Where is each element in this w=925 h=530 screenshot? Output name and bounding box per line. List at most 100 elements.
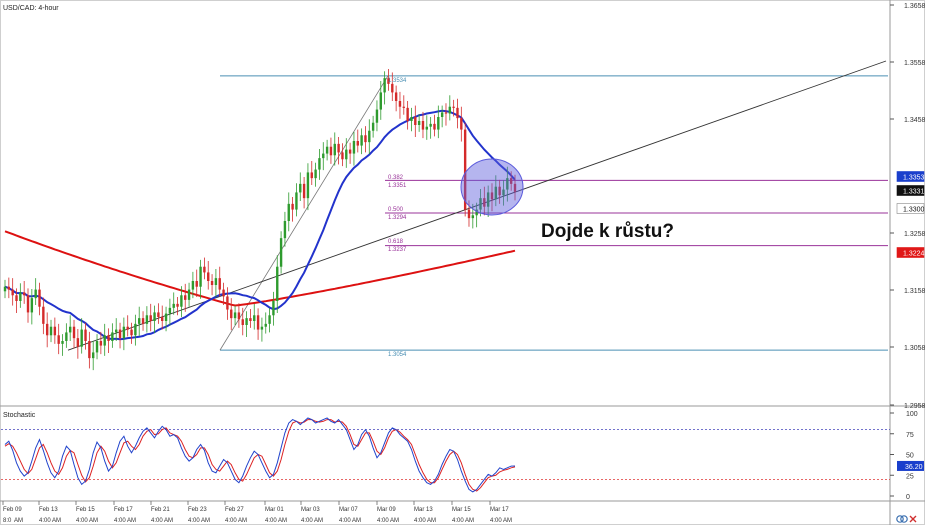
candle-body [268, 315, 271, 324]
time-hour-label: 4:00 AM [225, 518, 247, 524]
candle-body [352, 141, 356, 154]
candle-body [410, 117, 413, 121]
candle-body [138, 318, 141, 324]
price-tick-label: 1.3058 [904, 345, 925, 352]
candle-body [371, 122, 375, 131]
candle-body [95, 341, 99, 353]
candle-body [245, 318, 248, 325]
candle-body [157, 312, 160, 317]
price-tick-label: 1.3558 [904, 60, 925, 67]
candle-body [207, 272, 210, 281]
price-tick-label: 1.3458 [904, 117, 925, 124]
time-hour-label: 4:00 AM [301, 518, 323, 524]
time-date-label: Feb 17 [114, 507, 133, 513]
candle-body [26, 295, 30, 313]
candle-body [341, 152, 344, 160]
candle-body [49, 326, 53, 336]
time-date-label: Feb 09 [3, 507, 22, 513]
candle-body [145, 315, 149, 324]
candle-body [91, 352, 95, 359]
candle-body [191, 281, 195, 290]
candle-body [15, 295, 18, 301]
candle-body [414, 117, 417, 125]
candle-body [30, 298, 34, 313]
candle-body [141, 318, 145, 324]
candle-body [325, 146, 329, 154]
candle-body [214, 278, 218, 285]
candle-body [279, 238, 283, 267]
candle-body [99, 341, 103, 346]
chart-svg[interactable]: 0.382 1.3351 0.500 1.3294 0.618 1.3237 1… [0, 0, 925, 525]
candle-body [107, 335, 110, 341]
candle-body [364, 135, 367, 143]
candle-body [429, 123, 432, 127]
candle-body [68, 326, 72, 333]
candle-body [218, 278, 221, 290]
candle-body [314, 169, 317, 179]
candle-body [237, 312, 241, 320]
time-hour-label: 4:00 AM [76, 518, 98, 524]
candle-body [45, 323, 49, 336]
candle-body [402, 106, 405, 108]
candle-body [222, 289, 225, 297]
pair-label: USD/CAD: 4-hour [3, 5, 59, 12]
highlight-ellipse [460, 158, 524, 216]
time-date-label: Mar 17 [490, 507, 509, 513]
candle-body [379, 92, 382, 110]
candle-body [391, 83, 394, 93]
candle-body [153, 312, 156, 321]
candle-body [440, 112, 444, 117]
time-date-label: Mar 09 [377, 507, 396, 513]
candle-body [230, 309, 233, 319]
stochastic-pane[interactable] [1, 408, 890, 500]
candle-body [3, 286, 7, 292]
price-badge-label: 1.3331 [903, 189, 925, 196]
candle-body [11, 289, 14, 296]
candle-body [345, 149, 348, 160]
candle-body [19, 292, 22, 301]
candle-body [433, 123, 436, 130]
candle-body [310, 172, 313, 179]
price-pane[interactable] [1, 1, 890, 405]
candle-body [333, 143, 336, 156]
candle-body [291, 203, 294, 210]
candle-body [168, 307, 172, 314]
candle-body [122, 326, 126, 339]
price-badge-label: 1.3300 [903, 207, 925, 214]
candle-body [452, 106, 455, 108]
candle-body [103, 335, 106, 346]
candle-body [249, 318, 252, 321]
candle-body [383, 78, 386, 93]
candle-body [356, 141, 359, 146]
candle-body [272, 301, 275, 316]
candle-body [295, 192, 298, 210]
candle-body [360, 135, 363, 146]
candle-body [233, 312, 237, 319]
candle-body [57, 335, 60, 344]
candle-body [210, 281, 214, 285]
candle-body [406, 107, 409, 121]
fib-500-price-label: 1.3294 [388, 215, 407, 221]
price-badge-label: 1.3353 [903, 175, 925, 182]
candle-body [172, 303, 175, 308]
candle-body [61, 341, 64, 344]
candle-body [164, 313, 168, 321]
time-hour-label: 4:00 AM [265, 518, 287, 524]
candle-body [287, 203, 290, 221]
candle-body [444, 112, 448, 114]
candle-body [115, 329, 118, 333]
candle-body [256, 315, 260, 330]
candle-body [467, 209, 471, 219]
time-date-label: Feb 15 [76, 507, 95, 513]
candle-body [134, 323, 137, 336]
candle-body [241, 319, 244, 325]
time-date-label: Feb 21 [151, 507, 170, 513]
price-tick-label: 1.3258 [904, 231, 925, 238]
annotation-text: Dojde k růstu? [541, 221, 674, 242]
candle-body [22, 292, 26, 296]
price-badge-label: 1.3224 [903, 251, 925, 258]
stoch-tick-label: 0 [906, 494, 910, 501]
candle-body [65, 332, 68, 341]
candle-body [337, 143, 340, 153]
candle-body [322, 153, 325, 159]
